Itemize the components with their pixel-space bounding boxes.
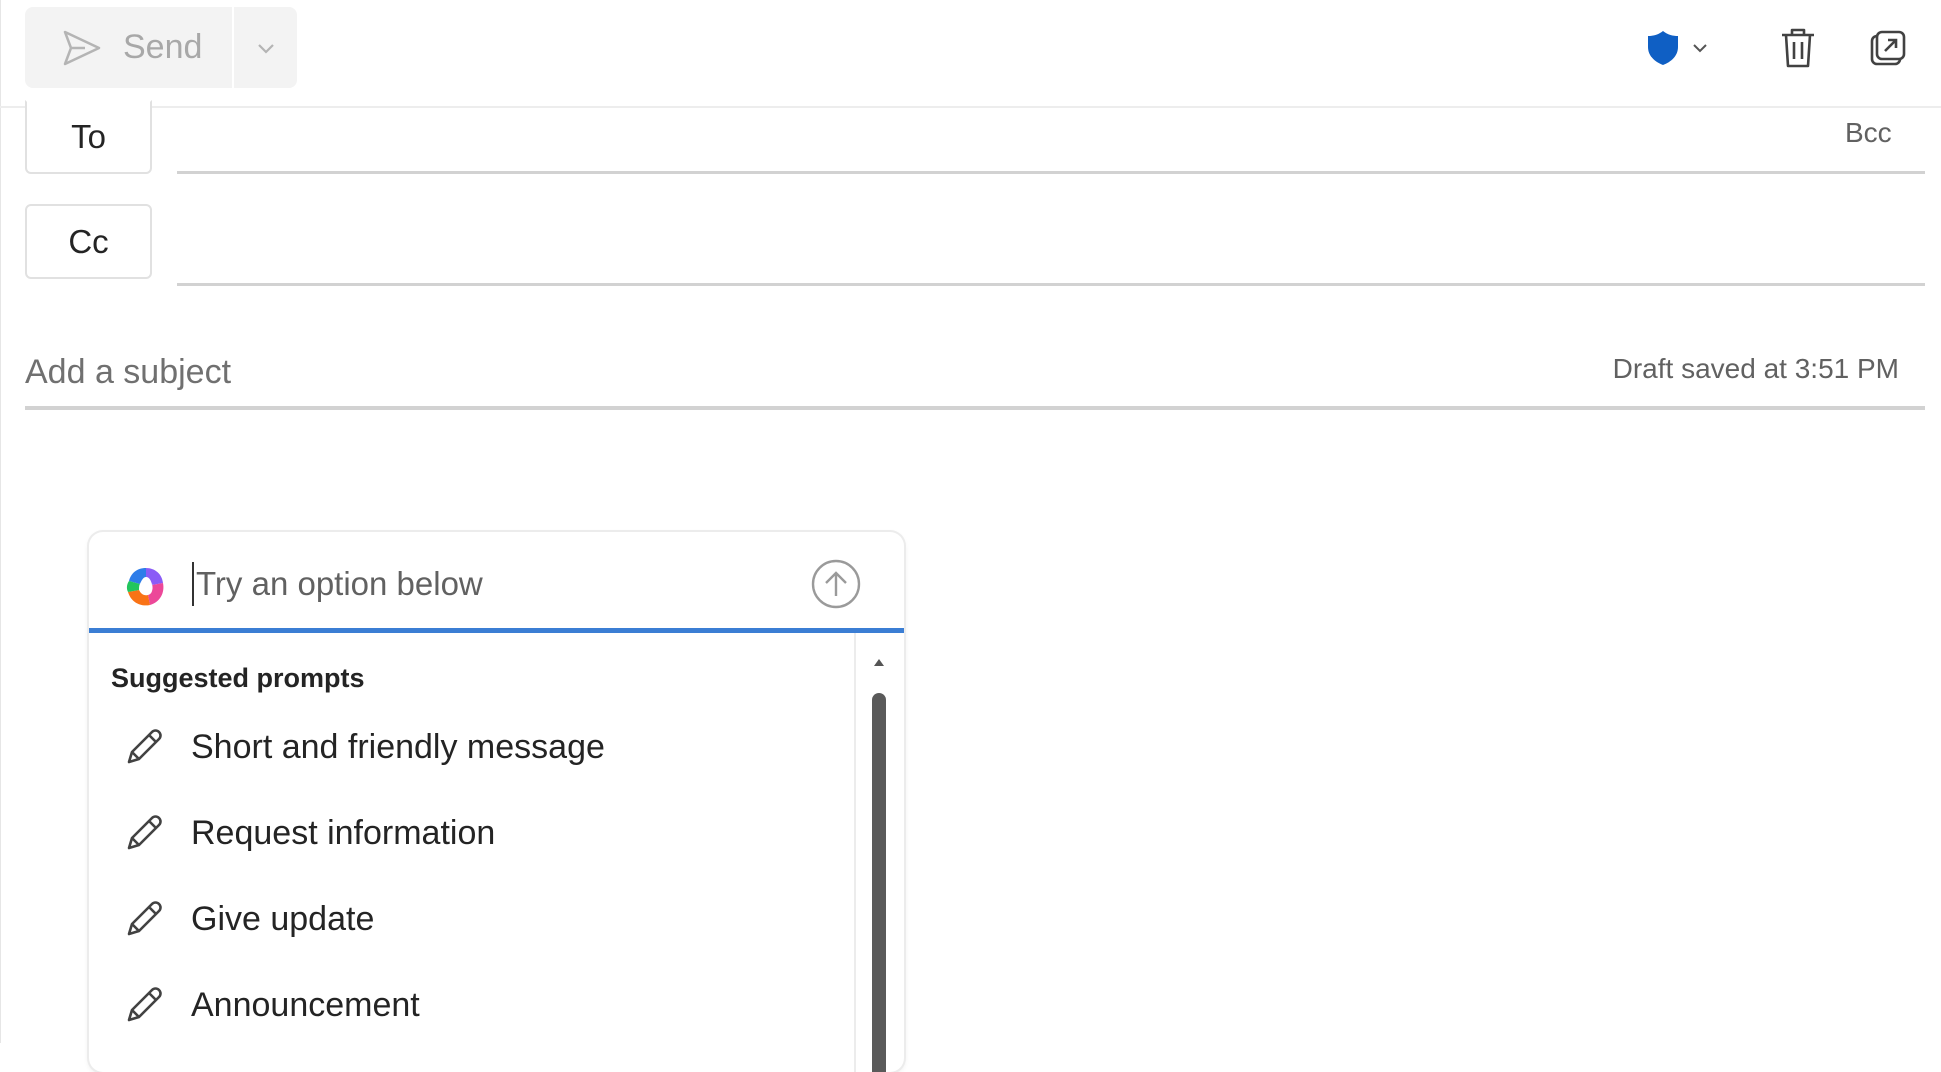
to-field[interactable] — [177, 110, 1925, 174]
send-options-button[interactable] — [234, 7, 297, 88]
arrow-up-circle-icon — [811, 559, 861, 609]
prompts-scrollbar[interactable] — [854, 633, 904, 1072]
copilot-panel: Suggested prompts Short and friendly mes… — [89, 532, 904, 1072]
bcc-link[interactable]: Bcc — [1845, 117, 1892, 149]
popout-icon — [1870, 30, 1906, 66]
prompt-label: Request information — [191, 813, 496, 852]
prompt-short-friendly[interactable]: Short and friendly message — [121, 717, 605, 777]
trash-icon — [1782, 28, 1814, 68]
window-left-edge — [0, 0, 1, 1043]
send-split-button: Send — [25, 7, 297, 88]
send-label: Send — [123, 28, 203, 66]
prompt-give-update[interactable]: Give update — [121, 889, 374, 949]
copilot-prompt-input[interactable] — [196, 554, 796, 614]
pencil-icon — [127, 815, 162, 850]
cc-field[interactable] — [177, 220, 1925, 286]
prompt-label: Give update — [191, 899, 375, 938]
cc-button[interactable]: Cc — [25, 204, 152, 279]
copilot-input-row — [89, 532, 904, 633]
compose-toolbar: Send — [0, 0, 1941, 108]
copilot-logo-icon — [126, 568, 164, 606]
discard-button[interactable] — [1772, 22, 1824, 74]
copilot-submit-button[interactable] — [809, 557, 863, 611]
to-button[interactable]: To — [25, 100, 152, 174]
popout-button[interactable] — [1862, 22, 1914, 74]
send-icon — [63, 30, 101, 65]
draft-status: Draft saved at 3:51 PM — [1612, 353, 1899, 384]
sensitivity-button[interactable] — [1638, 22, 1718, 74]
prompt-label: Short and friendly message — [191, 727, 605, 766]
scroll-up-arrow-icon[interactable] — [874, 659, 884, 666]
pencil-icon — [127, 729, 162, 764]
suggested-prompts-header: Suggested prompts — [111, 663, 365, 693]
text-cursor — [192, 562, 194, 606]
suggested-prompts-list: Suggested prompts Short and friendly mes… — [89, 633, 854, 1072]
pencil-icon — [127, 901, 162, 936]
prompt-announcement[interactable]: Announcement — [121, 975, 420, 1035]
chevron-down-icon — [257, 43, 274, 54]
send-button[interactable]: Send — [25, 7, 232, 88]
shield-icon — [1648, 31, 1678, 65]
chevron-down-icon — [1693, 44, 1707, 53]
scrollbar-thumb[interactable] — [872, 693, 886, 1072]
pencil-icon — [127, 987, 162, 1022]
prompt-request-information[interactable]: Request information — [121, 803, 495, 863]
prompt-label: Announcement — [191, 985, 420, 1024]
